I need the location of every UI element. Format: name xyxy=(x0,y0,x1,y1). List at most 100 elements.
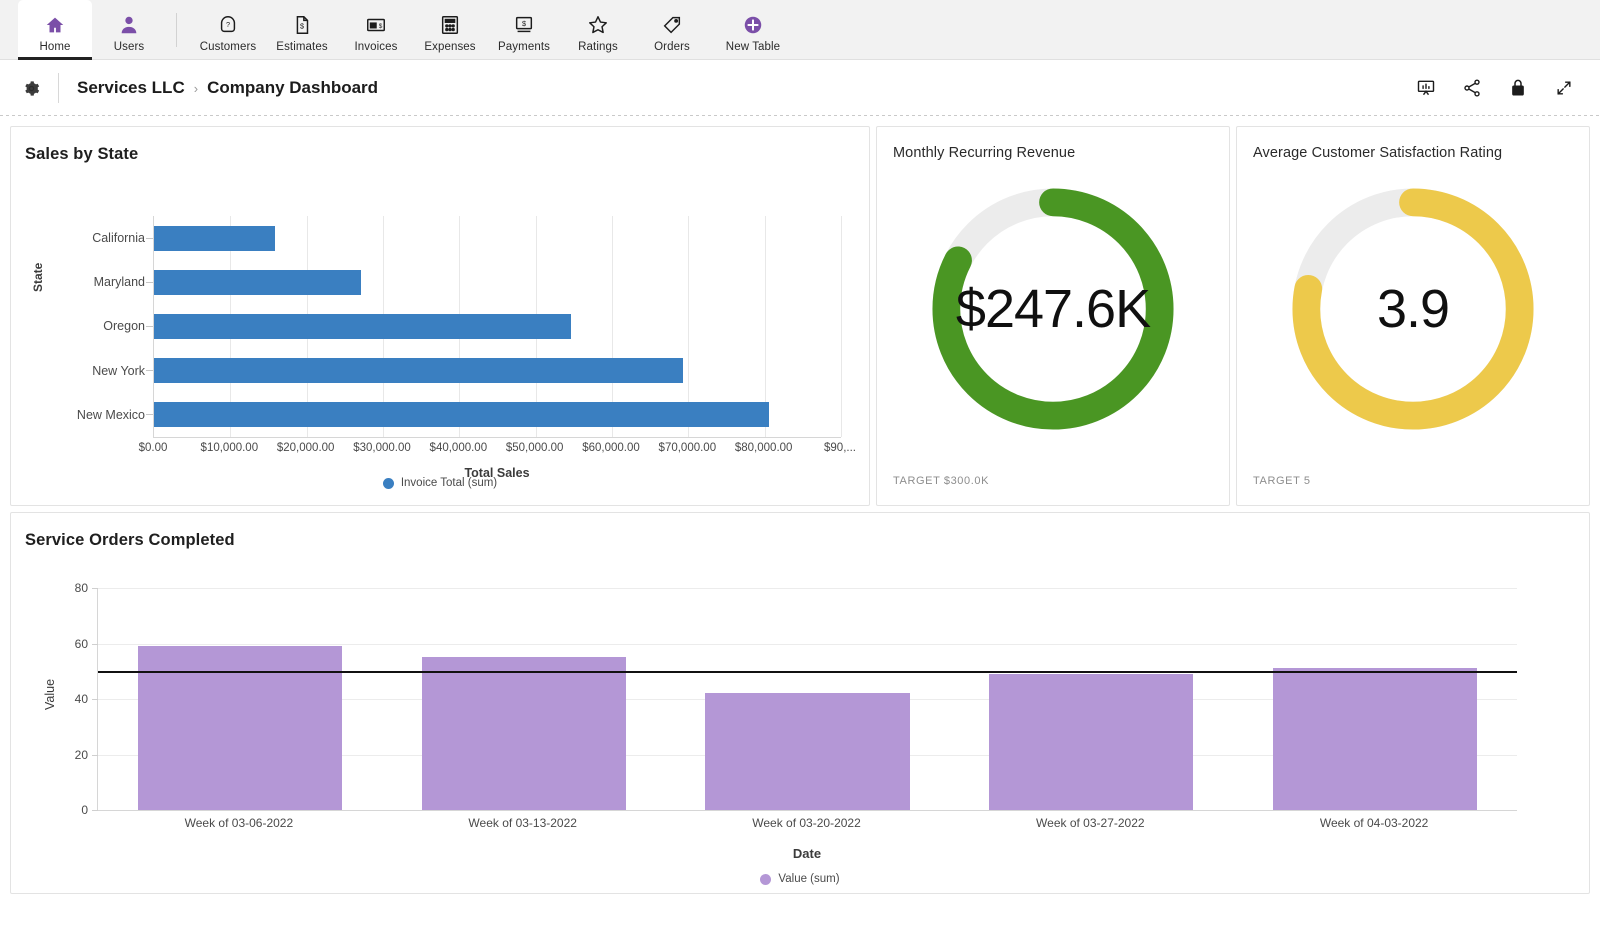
orders-plot-area: 0 20 40 60 80 xyxy=(75,581,1517,817)
header-divider xyxy=(58,73,59,103)
dashboard-body: Sales by State State California Maryland O… xyxy=(0,116,1600,894)
csat-title: Average Customer Satisfaction Rating xyxy=(1253,145,1503,161)
nav-label-customers: Customers xyxy=(199,40,257,53)
breadcrumb-separator: › xyxy=(193,80,199,96)
dashboard-header: Services LLC › Company Dashboard xyxy=(0,60,1600,116)
nav-item-new-table[interactable]: New Table xyxy=(709,0,797,60)
x-tick-label: $70,000.00 xyxy=(658,442,717,454)
bar[interactable] xyxy=(154,225,275,251)
share-icon[interactable] xyxy=(1460,76,1484,100)
bar[interactable] xyxy=(989,674,1194,810)
gridline xyxy=(841,216,842,437)
sales-plot-area: California Maryland Oregon New York New Mexi… xyxy=(77,216,842,438)
sales-y-axis-title: State xyxy=(31,262,45,292)
breadcrumb-org[interactable]: Services LLC xyxy=(77,78,185,98)
gear-icon[interactable] xyxy=(18,75,44,101)
mrr-gauge-area: $247.6K xyxy=(877,171,1229,447)
invoice-icon: $ xyxy=(365,12,387,38)
bar-row[interactable]: New Mexico xyxy=(77,393,770,437)
nav-label-expenses: Expenses xyxy=(424,40,476,53)
bar[interactable] xyxy=(154,358,683,384)
y-tick-label: 0 xyxy=(81,803,88,817)
tick-mark xyxy=(146,325,153,327)
x-axis-line xyxy=(98,810,1517,811)
document-dollar-icon: $ xyxy=(291,12,313,38)
nav-label-home: Home xyxy=(39,40,71,53)
card-service-orders-completed: Service Orders Completed Value 0 20 40 60 80… xyxy=(10,512,1590,894)
nav-item-expenses[interactable]: Expenses xyxy=(413,0,487,60)
card-monthly-recurring-revenue: Monthly Recurring Revenue $247.6K TARGET… xyxy=(876,126,1230,506)
x-tick-label: Week of 03-27-2022 xyxy=(1036,816,1145,830)
mrr-title: Monthly Recurring Revenue xyxy=(893,145,1076,161)
bar-category-label: Oregon xyxy=(103,319,145,334)
bar[interactable] xyxy=(154,402,770,428)
nav-item-orders[interactable]: Orders xyxy=(635,0,709,60)
tick-mark xyxy=(146,237,153,239)
bar[interactable] xyxy=(1272,668,1478,810)
csat-target-label: TARGET 5 xyxy=(1253,475,1311,487)
gridline xyxy=(98,588,1517,589)
nav-label-invoices: Invoices xyxy=(354,40,398,53)
card-sales-by-state: Sales by State State California Maryland O… xyxy=(10,126,870,506)
reference-line xyxy=(98,671,1517,674)
bar[interactable] xyxy=(421,657,626,810)
orders-y-axis-title: Value xyxy=(43,678,57,710)
nav-label-estimates: Estimates xyxy=(276,40,328,53)
x-tick-label: $10,000.00 xyxy=(200,442,259,454)
x-tick-label: $30,000.00 xyxy=(353,442,411,454)
x-tick-label: $60,000.00 xyxy=(582,442,640,454)
svg-text:$: $ xyxy=(379,22,383,29)
x-tick-label: Week of 03-20-2022 xyxy=(752,816,861,830)
bar[interactable] xyxy=(154,269,361,295)
top-navigation: Home Users ? Customers $ Estimates $ Inv… xyxy=(0,0,1600,60)
bar-row[interactable]: Maryland xyxy=(94,260,361,304)
presentation-icon[interactable] xyxy=(1414,76,1438,100)
csat-gauge-area: 3.9 xyxy=(1237,171,1589,447)
svg-text:?: ? xyxy=(226,19,230,28)
bar[interactable] xyxy=(705,693,910,810)
x-tick-label: $40,000.00 xyxy=(429,442,488,454)
home-icon xyxy=(44,12,66,38)
orders-x-axis-title: Date xyxy=(792,846,822,861)
bar-row[interactable]: California xyxy=(92,216,275,260)
nav-label-payments: Payments xyxy=(498,40,550,53)
legend-color-swatch xyxy=(382,477,394,489)
legend-label-invoice-total: Invoice Total (sum) xyxy=(400,477,498,489)
svg-text:$: $ xyxy=(522,18,526,27)
tick-mark xyxy=(92,754,98,756)
bar-row[interactable]: New York xyxy=(92,349,683,393)
nav-item-estimates[interactable]: $ Estimates xyxy=(265,0,339,60)
bar-category-label: New Mexico xyxy=(76,407,145,422)
tick-mark xyxy=(146,281,153,283)
orders-x-ticks: Week of 03-06-2022 Week of 03-13-2022 Week… xyxy=(97,816,1517,834)
x-tick-label: Week of 03-13-2022 xyxy=(468,816,577,830)
card-customer-satisfaction: Average Customer Satisfaction Rating 3.9… xyxy=(1236,126,1590,506)
x-tick-label: Week of 03-06-2022 xyxy=(184,816,294,830)
user-icon xyxy=(118,12,140,38)
legend-color-swatch xyxy=(760,873,772,885)
gridline xyxy=(98,643,1517,645)
bar-row[interactable]: Oregon xyxy=(103,304,571,348)
y-tick-label: 20 xyxy=(74,747,88,762)
payment-icon: $ xyxy=(513,12,535,38)
nav-item-home[interactable]: Home xyxy=(18,0,92,60)
nav-item-ratings[interactable]: Ratings xyxy=(561,0,635,60)
tick-mark xyxy=(146,414,153,416)
header-actions xyxy=(1414,76,1582,100)
nav-item-invoices[interactable]: $ Invoices xyxy=(339,0,413,60)
x-tick-label: $20,000.00 xyxy=(276,442,335,454)
orders-bar-chart: Value 0 20 40 60 80 Week of 03-06-2022 Week o… xyxy=(25,560,1575,872)
y-tick-label: 60 xyxy=(74,636,88,651)
x-tick-label: $0.00 xyxy=(138,442,168,454)
nav-item-payments[interactable]: $ Payments xyxy=(487,0,561,60)
x-tick-label: Week of 04-03-2022 xyxy=(1319,816,1429,830)
nav-item-customers[interactable]: ? Customers xyxy=(191,0,265,60)
mrr-target-label: TARGET $300.0K xyxy=(893,475,990,487)
nav-label-orders: Orders xyxy=(654,40,690,53)
bar[interactable] xyxy=(154,313,571,339)
tick-mark xyxy=(92,699,98,700)
expand-icon[interactable] xyxy=(1552,76,1576,100)
lock-icon[interactable] xyxy=(1506,76,1530,100)
sales-legend: Invoice Total (sum) xyxy=(11,477,869,489)
nav-item-users[interactable]: Users xyxy=(92,0,166,60)
